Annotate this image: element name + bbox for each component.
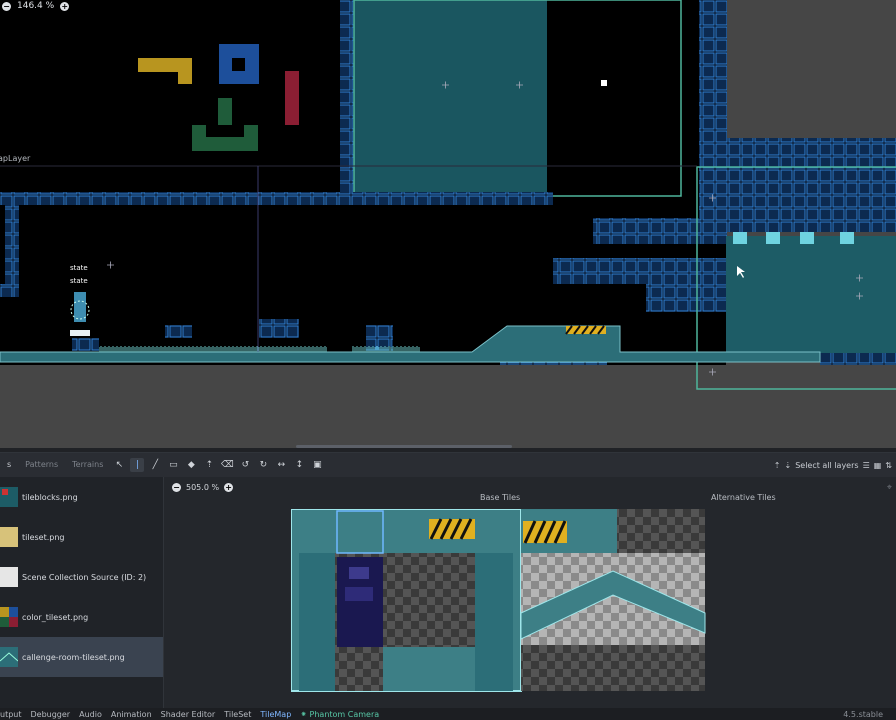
phantom-camera-label: Phantom Camera bbox=[309, 709, 380, 719]
tab-shader-editor[interactable]: Shader Editor bbox=[161, 710, 216, 719]
rect-tool-icon[interactable]: ▭ bbox=[166, 458, 180, 472]
rotate-right-icon[interactable]: ↻ bbox=[256, 458, 270, 472]
atlas-zoom-out-icon[interactable]: − bbox=[172, 483, 181, 492]
tab-patterns[interactable]: Patterns bbox=[18, 453, 65, 477]
bottom-dock-tabs: utput Debugger Audio Animation Shader Ed… bbox=[0, 708, 896, 720]
picker-tool-icon[interactable]: ⇡ bbox=[202, 458, 216, 472]
tab-phantom-camera[interactable]: ⁕ Phantom Camera bbox=[300, 710, 388, 719]
source-label: color_tileset.png bbox=[22, 612, 89, 622]
atlas-zoom-value[interactable]: 505.0 % bbox=[186, 483, 219, 492]
source-item-selected[interactable]: callenge-room-tileset.png bbox=[0, 637, 163, 677]
tab-debugger[interactable]: Debugger bbox=[31, 710, 71, 719]
layer-down-icon[interactable]: ⇣ bbox=[785, 461, 792, 470]
viewport-scrollbar[interactable] bbox=[296, 445, 512, 448]
layer-label: apLayer bbox=[0, 154, 31, 163]
layer-tools: ⇡ ⇣ Select all layers ☰ ▦ ⇅ bbox=[774, 453, 892, 477]
source-label: tileset.png bbox=[22, 532, 65, 542]
source-item[interactable]: tileset.png bbox=[0, 517, 163, 557]
grid-toggle-icon[interactable]: ▦ bbox=[874, 461, 882, 470]
source-label: callenge-room-tileset.png bbox=[22, 652, 125, 662]
state-label-1: state bbox=[70, 264, 88, 272]
version-label: 4.5.stable bbox=[843, 709, 883, 719]
godot-editor: − 146.4 % + apLayer state state s Patter… bbox=[0, 0, 896, 720]
tab-terrains[interactable]: Terrains bbox=[65, 453, 110, 477]
source-thumb-icon bbox=[0, 647, 18, 667]
level-canvas[interactable] bbox=[0, 0, 896, 448]
atlas-zoom-in-icon[interactable]: + bbox=[224, 483, 234, 492]
flip-v-icon[interactable]: ↕ bbox=[292, 458, 306, 472]
atlas-zoom-controls: − 505.0 % + bbox=[172, 483, 234, 492]
tab-output[interactable]: utput bbox=[0, 710, 22, 719]
source-label: Scene Collection Source (ID: 2) bbox=[22, 572, 147, 582]
alternative-tiles-header: Alternative Tiles bbox=[711, 493, 776, 502]
source-thumb-icon bbox=[0, 567, 18, 587]
source-thumb-icon bbox=[0, 487, 18, 507]
source-label: tileblocks.png bbox=[22, 492, 78, 502]
source-item[interactable]: color_tileset.png bbox=[0, 597, 163, 637]
source-item[interactable]: tileblocks.png bbox=[0, 477, 163, 517]
viewport-zoom-controls: − 146.4 % + bbox=[0, 0, 70, 12]
state-label-2: state bbox=[70, 277, 88, 285]
source-thumb-icon bbox=[0, 607, 18, 627]
bucket-tool-icon[interactable]: ◆ bbox=[184, 458, 198, 472]
random-tile-icon[interactable]: ▣ bbox=[310, 458, 324, 472]
select-tool-icon[interactable]: ↖ bbox=[112, 458, 126, 472]
source-item[interactable]: Scene Collection Source (ID: 2) bbox=[0, 557, 163, 597]
zoom-in-icon[interactable]: + bbox=[60, 1, 70, 11]
tab-animation[interactable]: Animation bbox=[111, 710, 152, 719]
atlas-options-icon[interactable]: ⌖ bbox=[887, 483, 892, 493]
viewport-zoom-value[interactable]: 146.4 % bbox=[17, 1, 54, 11]
line-tool-icon[interactable]: ╱ bbox=[148, 458, 162, 472]
tab-audio[interactable]: Audio bbox=[79, 710, 102, 719]
tab-tileset[interactable]: TileSet bbox=[224, 710, 251, 719]
tileset-sources-list: tileblocks.png tileset.png Scene Collect… bbox=[0, 477, 164, 720]
select-all-layers-button[interactable]: Select all layers bbox=[795, 461, 858, 470]
flip-h-icon[interactable]: ↔ bbox=[274, 458, 288, 472]
tilemap-toolbar: s Patterns Terrains ↖ | ╱ ▭ ◆ ⇡ ⌫ ↺ ↻ ↔ … bbox=[0, 453, 896, 477]
tab-tiles[interactable]: s bbox=[0, 453, 18, 477]
layer-up-icon[interactable]: ⇡ bbox=[774, 461, 781, 470]
tile-atlas-view[interactable]: − 505.0 % + Base Tiles Alternative Tiles… bbox=[166, 477, 896, 709]
sort-icon[interactable]: ⇅ bbox=[885, 461, 892, 470]
layer-list-icon[interactable]: ☰ bbox=[863, 461, 870, 470]
rotate-left-icon[interactable]: ↺ bbox=[238, 458, 252, 472]
base-tiles-header: Base Tiles bbox=[480, 493, 521, 502]
tileset-atlas-image[interactable] bbox=[291, 509, 711, 699]
source-thumb-icon bbox=[0, 527, 18, 547]
zoom-out-icon[interactable]: − bbox=[2, 1, 11, 11]
eraser-tool-icon[interactable]: ⌫ bbox=[220, 458, 234, 472]
paint-tool-icon[interactable]: | bbox=[130, 458, 145, 472]
tab-tilemap[interactable]: TileMap bbox=[260, 710, 291, 719]
tilemap-panel: s Patterns Terrains ↖ | ╱ ▭ ◆ ⇡ ⌫ ↺ ↻ ↔ … bbox=[0, 452, 896, 720]
scene-viewport[interactable]: − 146.4 % + apLayer state state bbox=[0, 0, 896, 448]
